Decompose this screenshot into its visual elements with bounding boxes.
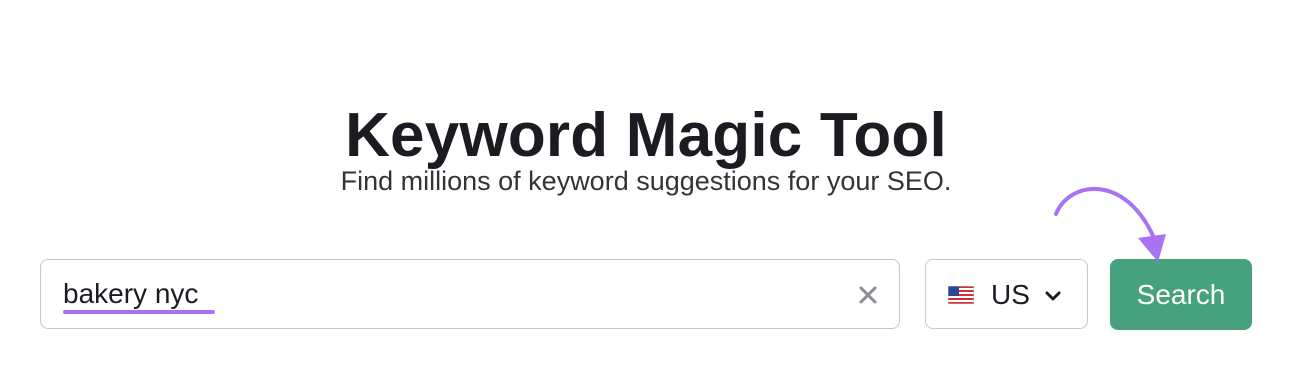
database-label: US — [991, 279, 1030, 310]
search-button[interactable]: Search — [1110, 259, 1252, 330]
search-box — [40, 259, 900, 329]
keyword-underline-annotation — [63, 310, 215, 314]
close-icon[interactable] — [851, 278, 885, 312]
curved-arrow-icon — [1040, 176, 1180, 268]
database-select[interactable]: US — [925, 259, 1088, 329]
us-flag-icon — [947, 285, 975, 305]
chevron-down-icon — [1043, 287, 1063, 305]
